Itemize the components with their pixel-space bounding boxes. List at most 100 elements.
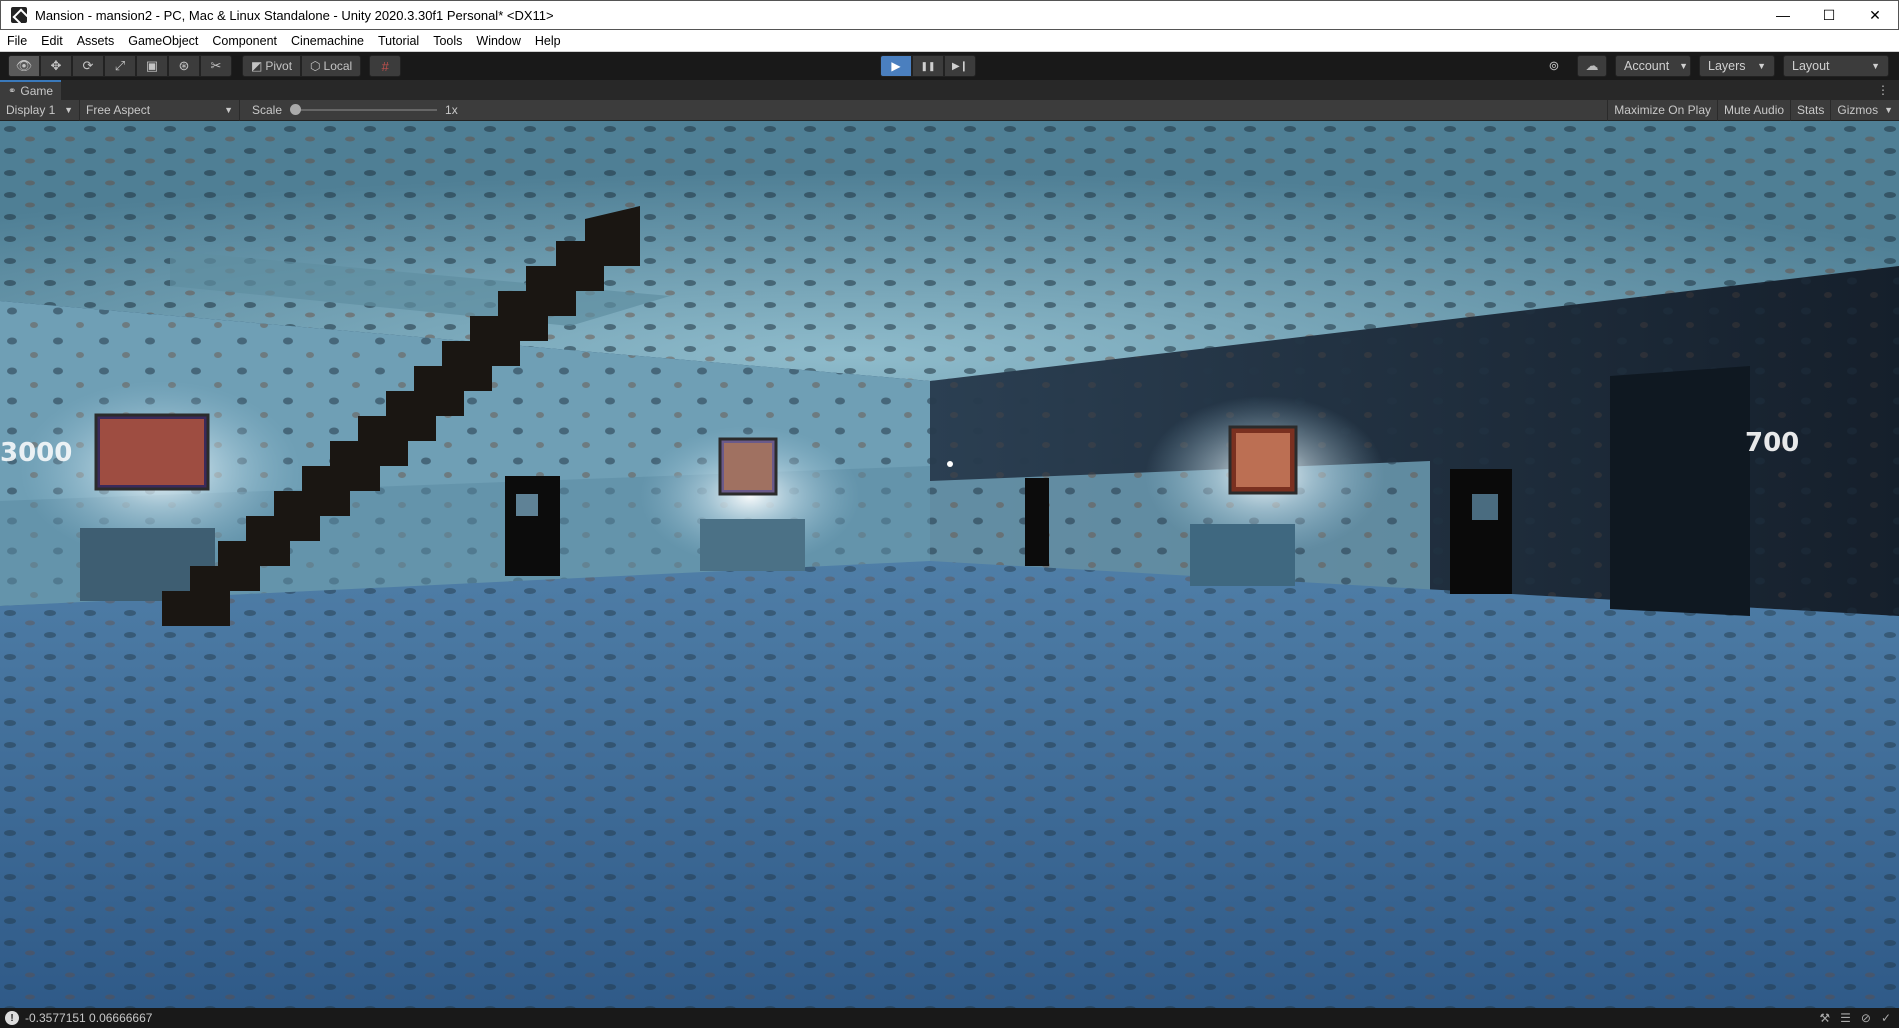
chevron-down-icon: ▼ [1884, 105, 1893, 115]
unity-editor-window: Mansion - mansion2 - PC, Mac & Linux Sta… [0, 0, 1899, 1028]
door-center [1025, 478, 1049, 566]
custom-tool-button[interactable]: ✂ [200, 55, 232, 77]
title-bar: Mansion - mansion2 - PC, Mac & Linux Sta… [0, 0, 1899, 30]
display-label: Display 1 [6, 103, 56, 117]
transform-tool-button[interactable]: ⊛ [168, 55, 200, 77]
disabled-icon[interactable]: ⊘ [1861, 1011, 1871, 1025]
pause-button[interactable]: ❚❚ [912, 55, 944, 77]
view-tool-icon: 👁 [15, 58, 33, 73]
transform-tool-icon: ⊛ [178, 58, 190, 73]
scale-slider[interactable] [290, 104, 438, 115]
game-view-toolbar: Display 1 ▼ Free Aspect ▼ Scale 1x Maximiz… [0, 99, 1899, 121]
move-tool-icon: ✥ [50, 58, 62, 73]
snap-tools: # [369, 55, 402, 77]
display-dropdown[interactable]: Display 1 ▼ [0, 99, 80, 121]
view-tool-button[interactable]: 👁 [8, 55, 40, 77]
transform-tools: 👁 ✥ ⟳ ⤢ ▣ ⊛ ✂ [8, 55, 232, 77]
tab-game-label: Game [20, 84, 54, 98]
layout-label: Layout [1792, 59, 1830, 73]
chevron-down-icon: ▼ [1757, 61, 1766, 71]
unity-logo-icon [11, 7, 27, 23]
door-right [1450, 469, 1512, 594]
custom-tool-icon: ✂ [210, 58, 222, 73]
rect-tool-icon: ▣ [145, 58, 159, 73]
local-toggle[interactable]: ⬡ Local [301, 55, 362, 77]
scale-tool-button[interactable]: ⤢ [104, 55, 136, 77]
menu-assets[interactable]: Assets [70, 30, 122, 52]
scale-value: 1x [445, 103, 458, 117]
pedestal-middle [700, 519, 805, 571]
menu-file[interactable]: File [0, 30, 34, 52]
menu-gameobject[interactable]: GameObject [121, 30, 205, 52]
step-icon: ▶❙ [951, 60, 969, 72]
collab-button[interactable]: ⊚ [1539, 55, 1569, 77]
status-right-icons: ⚒ ☰ ⊘ ✓ [1819, 1011, 1891, 1025]
scale-slider-handle[interactable] [290, 104, 302, 115]
layers-label: Layers [1708, 59, 1746, 73]
gizmos-label: Gizmos [1837, 103, 1879, 117]
layers-dropdown[interactable]: Layers ▼ [1699, 55, 1775, 77]
info-icon: ! [5, 1011, 19, 1025]
tab-game[interactable]: ⚭ Game [0, 80, 62, 100]
menu-edit[interactable]: Edit [34, 30, 70, 52]
minimize-button[interactable]: — [1760, 0, 1806, 30]
local-label: Local [323, 59, 353, 73]
aspect-dropdown[interactable]: Free Aspect ▼ [80, 99, 240, 121]
crosshair [947, 461, 953, 467]
pivot-label: Pivot [265, 59, 293, 73]
pedestal-right [1190, 524, 1295, 586]
tab-menu-icon[interactable]: ⋮ [1877, 83, 1889, 97]
play-button[interactable]: ▶ [880, 55, 912, 77]
layers-icon[interactable]: ☰ [1840, 1011, 1851, 1025]
menu-tools[interactable]: Tools [426, 30, 469, 52]
play-controls: ▶ ❚❚ ▶❙ [880, 55, 976, 77]
pivot-tools: ◩ Pivot ⬡ Local [242, 55, 362, 77]
chevron-down-icon: ▼ [1679, 61, 1689, 71]
menu-tutorial[interactable]: Tutorial [371, 30, 426, 52]
move-tool-button[interactable]: ✥ [40, 55, 72, 77]
game-viewport[interactable]: 3000 700 [0, 121, 1899, 1008]
game-tab-bar: ⚭ Game ⋮ [0, 80, 1899, 100]
door-left [505, 476, 560, 576]
account-dropdown[interactable]: Account ▼ [1615, 55, 1691, 77]
maximize-on-play-toggle[interactable]: Maximize On Play [1607, 99, 1717, 121]
account-label: Account [1624, 59, 1670, 73]
chevron-down-icon: ▼ [224, 105, 233, 115]
scale-label: Scale [252, 103, 283, 117]
status-message[interactable]: -0.3577151 0.06666667 [25, 1011, 152, 1025]
gizmos-toggle[interactable]: Gizmos ▼ [1830, 99, 1899, 121]
grid-snap-icon: # [381, 58, 389, 74]
pivot-toggle[interactable]: ◩ Pivot [242, 55, 302, 77]
toolbar-right: ⊚ ☁ Account ▼ Layers ▼ Layout ▼ [1539, 55, 1889, 77]
scale-tool-icon: ⤢ [114, 58, 126, 73]
aspect-label: Free Aspect [86, 103, 151, 117]
collab-icon: ⊚ [1548, 58, 1560, 73]
close-button[interactable]: ✕ [1852, 0, 1898, 30]
game-view-toggles: Maximize On Play Mute Audio Stats Gizmos… [1607, 99, 1899, 121]
cloud-icon: ☁ [1585, 58, 1599, 73]
menu-bar: File Edit Assets GameObject Component Ci… [0, 30, 1899, 52]
play-icon: ▶ [891, 59, 901, 73]
menu-window[interactable]: Window [469, 30, 527, 52]
gamepad-icon: ⚭ [8, 85, 17, 97]
right-wall-sign: 700 [1745, 428, 1799, 458]
rotate-tool-button[interactable]: ⟳ [72, 55, 104, 77]
check-icon[interactable]: ✓ [1881, 1011, 1891, 1025]
menu-cinemachine[interactable]: Cinemachine [284, 30, 371, 52]
bug-icon[interactable]: ⚒ [1819, 1011, 1830, 1025]
mute-audio-toggle[interactable]: Mute Audio [1717, 99, 1790, 121]
stats-toggle[interactable]: Stats [1790, 99, 1830, 121]
left-wall-sign: 3000 [0, 438, 72, 468]
menu-help[interactable]: Help [528, 30, 568, 52]
cloud-button[interactable]: ☁ [1577, 55, 1607, 77]
scale-control: Scale 1x [240, 103, 458, 117]
rect-tool-button[interactable]: ▣ [136, 55, 168, 77]
status-bar: ! -0.3577151 0.06666667 ⚒ ☰ ⊘ ✓ [0, 1008, 1899, 1028]
layout-dropdown[interactable]: Layout ▼ [1783, 55, 1889, 77]
maximize-button[interactable]: ☐ [1806, 0, 1852, 30]
step-button[interactable]: ▶❙ [944, 55, 976, 77]
grid-snap-button[interactable]: # [369, 55, 402, 77]
pause-icon: ❚❚ [920, 60, 936, 71]
menu-component[interactable]: Component [205, 30, 284, 52]
local-icon: ⬡ [310, 59, 321, 73]
